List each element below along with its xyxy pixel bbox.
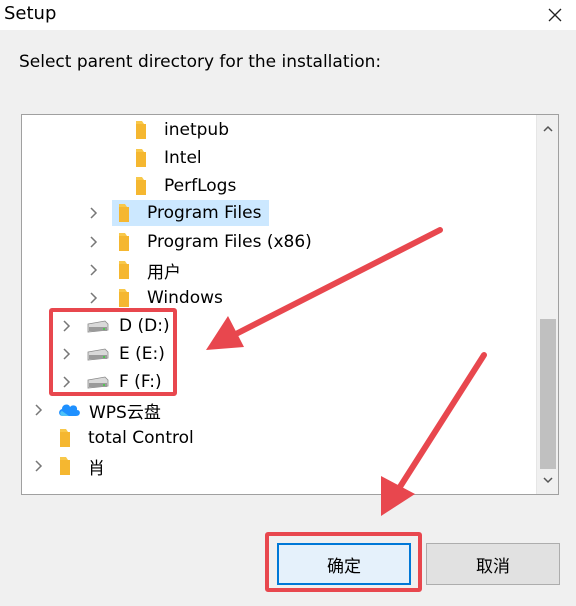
expand-chevron-icon[interactable] (86, 235, 100, 249)
folder-icon (116, 232, 134, 252)
tree-item-label: WPS云盘 (89, 402, 161, 423)
tree-item-label: 用户 (147, 262, 181, 283)
tree-item-label: Program Files (147, 203, 262, 223)
tree-item-label: F (F:) (119, 372, 162, 392)
tree-item-users[interactable]: 用户 (86, 257, 184, 283)
tree-item-label: PerfLogs (164, 176, 237, 196)
tree-item-total-control[interactable]: total Control (31, 425, 197, 451)
expand-chevron-icon[interactable] (59, 375, 73, 389)
folder-icon (133, 120, 151, 140)
expand-chevron-icon[interactable] (86, 206, 100, 220)
tree-item-label: Intel (164, 148, 202, 168)
drive-icon (85, 316, 109, 336)
drive-icon (85, 372, 109, 392)
tree-item-perflogs[interactable]: PerfLogs (107, 173, 239, 199)
title-bar: Setup (0, 0, 576, 30)
folder-icon (133, 176, 151, 196)
folder-icon (57, 456, 75, 476)
tree-item-windows[interactable]: Windows (86, 285, 226, 311)
folder-icon (116, 288, 134, 308)
tree-item-label: 肖 (88, 458, 105, 479)
close-button[interactable] (542, 2, 568, 28)
tree-item-drive-d[interactable]: D (D:) (59, 313, 173, 339)
scroll-thumb[interactable] (540, 319, 556, 469)
window-title: Setup (4, 3, 57, 24)
tree-item-wps-cloud[interactable]: WPS云盘 (31, 397, 164, 423)
vertical-scrollbar[interactable] (536, 115, 558, 494)
tree-item-inetpub[interactable]: inetpub (107, 117, 232, 143)
expand-chevron-icon[interactable] (86, 291, 100, 305)
tree-item-drive-f[interactable]: F (F:) (59, 369, 165, 395)
expand-chevron-icon[interactable] (31, 459, 45, 473)
expand-chevron-icon[interactable] (86, 263, 100, 277)
folder-icon (57, 428, 75, 448)
tree-item-xiao[interactable]: 肖 (31, 453, 108, 479)
chevron-up-icon (542, 125, 553, 132)
expand-chevron-icon[interactable] (59, 347, 73, 361)
drive-icon (85, 344, 109, 364)
tree-item-program-files[interactable]: Program Files (86, 200, 270, 226)
ok-button[interactable]: 确定 (277, 543, 411, 585)
close-icon (548, 8, 562, 22)
chevron-down-icon (542, 477, 553, 484)
tree-item-label: Program Files (x86) (147, 232, 312, 252)
scroll-up-button[interactable] (537, 119, 558, 139)
tree-item-label: D (D:) (119, 316, 170, 336)
folder-icon (116, 203, 134, 223)
tree-item-program-files-x86[interactable]: Program Files (x86) (86, 229, 315, 255)
tree-item-label: inetpub (164, 120, 229, 140)
folder-icon (133, 148, 151, 168)
directory-tree[interactable]: inetpub Intel PerfLogs Program Files Pro… (21, 114, 559, 495)
tree-item-intel[interactable]: Intel (107, 145, 205, 171)
cloud-icon (57, 400, 81, 420)
tree-item-label: E (E:) (119, 344, 165, 364)
instruction-text: Select parent directory for the installa… (19, 52, 382, 72)
scroll-down-button[interactable] (537, 470, 558, 490)
folder-icon (116, 260, 134, 280)
cancel-button[interactable]: 取消 (426, 543, 560, 585)
expand-chevron-icon[interactable] (31, 403, 45, 417)
tree-item-label: Windows (147, 288, 223, 308)
expand-chevron-icon[interactable] (59, 319, 73, 333)
tree-item-drive-e[interactable]: E (E:) (59, 341, 168, 367)
tree-item-label: total Control (88, 428, 194, 448)
